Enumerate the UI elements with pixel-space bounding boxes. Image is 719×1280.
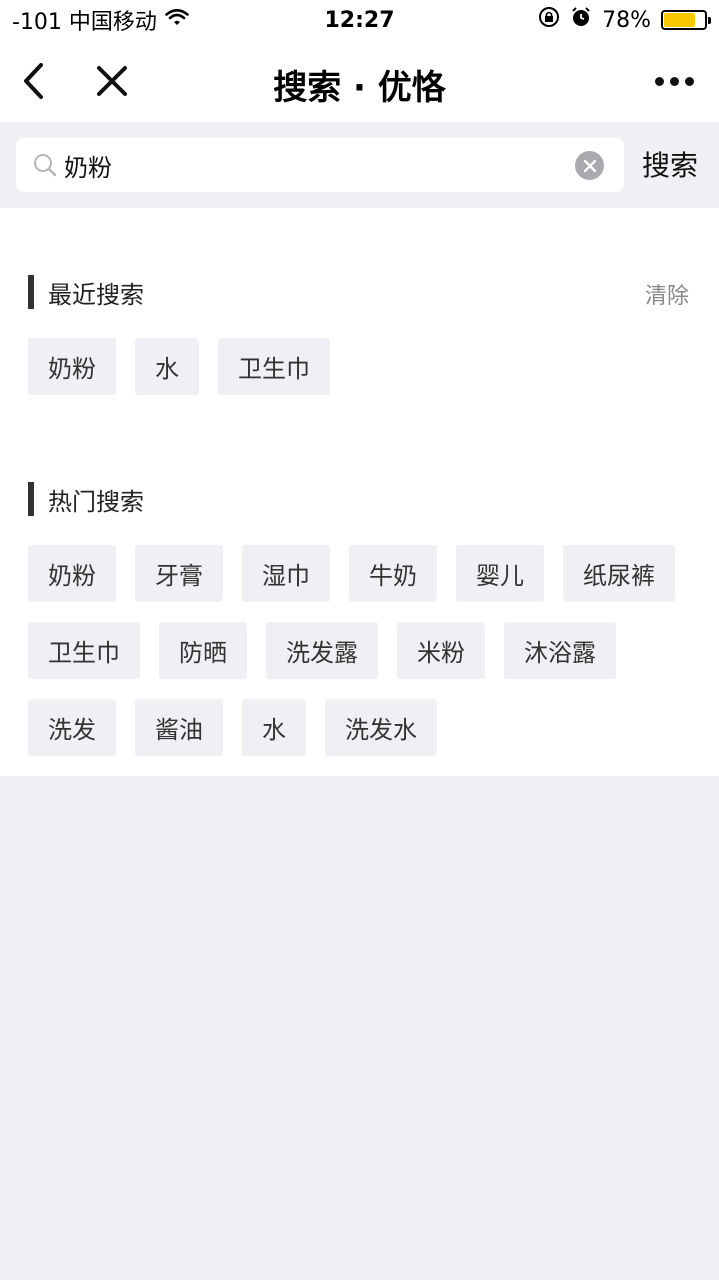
close-button[interactable] [90,58,134,104]
battery-fill [664,13,696,27]
hot-tag[interactable]: 水 [242,699,306,756]
search-box[interactable] [16,138,624,192]
hot-tag[interactable]: 湿巾 [242,545,330,602]
hot-tag[interactable]: 洗发水 [325,699,437,756]
alarm-icon [570,6,592,34]
more-dot-icon [684,76,694,86]
hot-tag[interactable]: 洗发露 [266,622,378,679]
recent-search-tags: 奶粉水卫生巾 [28,338,708,395]
hot-tag[interactable]: 纸尿裤 [563,545,675,602]
search-area: 搜索 [0,122,719,208]
hot-search-tags: 奶粉 牙膏 湿巾 牛奶 婴儿 纸尿裤卫生巾 防晒 洗发露 米粉 沐浴露洗发 酱油水洗发水 [28,545,708,756]
close-icon [97,66,127,96]
search-input[interactable] [64,146,564,184]
hot-tag[interactable]: 婴儿 [456,545,544,602]
recent-tag[interactable]: 水 [135,338,199,395]
hot-tag[interactable]: 沐浴露 [504,622,616,679]
hot-tag[interactable]: 牙膏 [135,545,223,602]
more-dot-icon [669,76,679,86]
section-marker [28,275,34,309]
search-suggestions: 最近搜索 清除 奶粉水卫生巾 热门搜索 奶粉 牙膏 湿巾 牛奶 婴儿 纸尿裤 卫生巾 防晒 洗发… [0,208,719,776]
hot-tag[interactable]: 酱油 [135,699,223,756]
clear-history-button[interactable]: 清除 [645,278,689,310]
more-dot-icon [654,76,664,86]
hot-search-title: 热门搜索 [48,487,144,516]
nav-bar: 搜索 · 优恪 [0,40,719,122]
recent-search-title: 最近搜索 [48,280,144,309]
hot-search-header: 热门搜索 [28,482,144,516]
hot-tag[interactable]: 牛奶 [349,545,437,602]
battery-icon [661,10,711,30]
hot-tag[interactable]: 奶粉 [28,545,116,602]
battery-percent: 78% [602,7,651,33]
wifi-icon [165,8,189,33]
recent-tag[interactable]: 卫生巾 [218,338,330,395]
rotation-lock-icon [538,6,560,34]
back-button[interactable] [14,58,54,104]
status-bar: -101 中国移动 12:27 78% [0,0,719,40]
recent-search-header: 最近搜索 [28,275,144,309]
recent-tag[interactable]: 奶粉 [28,338,116,395]
hot-tag[interactable]: 卫生巾 [28,622,140,679]
status-right: 78% [538,6,711,34]
hot-tag[interactable]: 防晒 [159,622,247,679]
hot-tag[interactable]: 米粉 [397,622,485,679]
carrier-label: -101 中国移动 [12,10,157,35]
hot-tag[interactable]: 洗发 [28,699,116,756]
clear-search-button[interactable] [575,151,604,180]
close-icon [583,159,596,172]
chevron-left-icon [24,63,43,99]
status-left: -101 中国移动 [12,4,272,36]
search-button[interactable]: 搜索 [642,144,698,184]
more-button[interactable] [649,60,699,102]
section-marker [28,482,34,516]
search-icon [34,154,57,177]
